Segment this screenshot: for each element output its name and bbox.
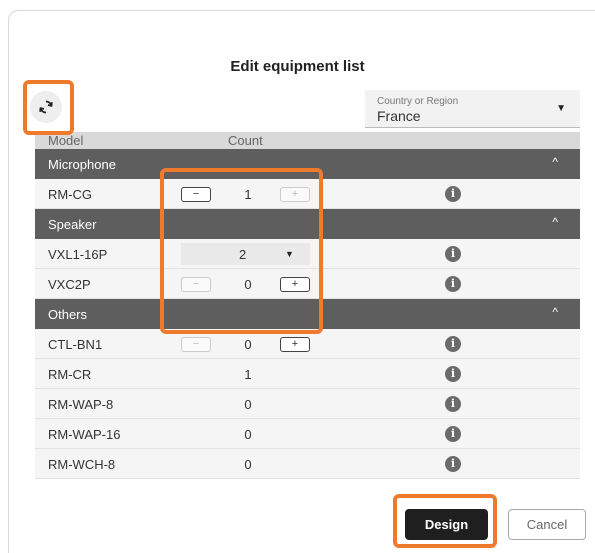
category-name: Microphone xyxy=(48,157,116,172)
decrement-button[interactable]: − xyxy=(181,187,211,202)
count-value: 0 xyxy=(244,427,252,442)
count-select[interactable]: 2 ▼ xyxy=(181,243,310,265)
count-value: 0 xyxy=(244,337,252,352)
model-name: CTL-BN1 xyxy=(48,337,103,352)
table-row: RM-WAP-8 0 i xyxy=(35,389,580,419)
increment-button[interactable]: + xyxy=(280,187,310,202)
count-value: 2 xyxy=(239,247,247,262)
category-name: Others xyxy=(48,307,88,322)
table-row: RM-WAP-16 0 i xyxy=(35,419,580,449)
chevron-up-icon[interactable]: ^ xyxy=(552,155,558,169)
info-icon[interactable]: i xyxy=(445,276,461,292)
equipment-table: Model Count Microphone ^ RM-CG − 1 + i S… xyxy=(35,132,580,479)
table-header: Model Count xyxy=(35,132,580,149)
caret-down-icon: ▼ xyxy=(285,249,294,259)
dialog-title: Edit equipment list xyxy=(230,58,365,75)
caret-down-icon: ▼ xyxy=(556,103,566,114)
increment-button[interactable]: + xyxy=(280,337,310,352)
table-row: VXC2P − 0 + i xyxy=(35,269,580,299)
category-name: Speaker xyxy=(48,217,97,232)
category-header-speaker[interactable]: Speaker ^ xyxy=(35,209,580,239)
decrement-button[interactable]: − xyxy=(181,277,211,292)
decrement-button[interactable]: − xyxy=(181,337,211,352)
country-select[interactable]: Country or Region France ▼ xyxy=(365,90,580,128)
table-row: RM-CG − 1 + i xyxy=(35,179,580,209)
info-icon[interactable]: i xyxy=(445,336,461,352)
count-value: 0 xyxy=(244,457,252,472)
country-value: France xyxy=(377,108,421,124)
model-name: RM-CG xyxy=(48,187,93,202)
count-value: 0 xyxy=(244,397,252,412)
count-value: 1 xyxy=(244,187,252,202)
refresh-button[interactable] xyxy=(30,91,62,123)
model-name: RM-WCH-8 xyxy=(48,457,116,472)
count-value: 1 xyxy=(244,367,252,382)
model-name: VXL1-16P xyxy=(48,247,108,262)
cancel-button[interactable]: Cancel xyxy=(508,509,586,540)
increment-button[interactable]: + xyxy=(280,277,310,292)
table-row: RM-CR 1 i xyxy=(35,359,580,389)
model-name: VXC2P xyxy=(48,277,91,292)
country-label: Country or Region xyxy=(377,96,459,107)
info-icon[interactable]: i xyxy=(445,366,461,382)
info-icon[interactable]: i xyxy=(445,246,461,262)
chevron-up-icon[interactable]: ^ xyxy=(552,305,558,319)
column-count: Count xyxy=(228,133,263,148)
design-button[interactable]: Design xyxy=(405,509,488,540)
refresh-icon xyxy=(39,100,53,114)
table-row: VXL1-16P 2 ▼ i xyxy=(35,239,580,269)
column-model: Model xyxy=(48,133,84,148)
table-row: CTL-BN1 − 0 + i xyxy=(35,329,580,359)
chevron-up-icon[interactable]: ^ xyxy=(552,215,558,229)
model-name: RM-CR xyxy=(48,367,92,382)
model-name: RM-WAP-16 xyxy=(48,427,121,442)
info-icon[interactable]: i xyxy=(445,396,461,412)
info-icon[interactable]: i xyxy=(445,426,461,442)
category-header-others[interactable]: Others ^ xyxy=(35,299,580,329)
count-value: 0 xyxy=(244,277,252,292)
category-header-microphone[interactable]: Microphone ^ xyxy=(35,149,580,179)
info-icon[interactable]: i xyxy=(445,456,461,472)
info-icon[interactable]: i xyxy=(445,186,461,202)
model-name: RM-WAP-8 xyxy=(48,397,114,412)
table-row: RM-WCH-8 0 i xyxy=(35,449,580,479)
